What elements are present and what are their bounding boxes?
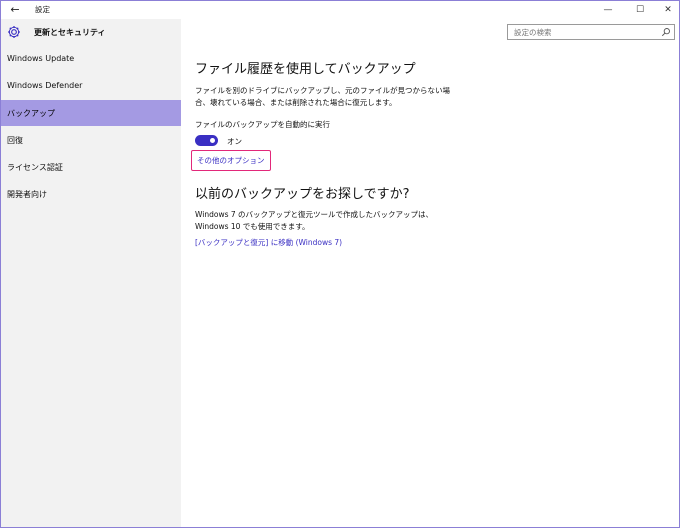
section-title-older-backup: 以前のバックアップをお探しですか? — [195, 187, 410, 202]
minimize-button[interactable]: — — [593, 1, 623, 19]
search-input[interactable]: 設定の検索 — [507, 24, 675, 40]
close-button[interactable]: ✕ — [653, 1, 680, 19]
window-title: 設定 — [35, 5, 50, 14]
search-icon[interactable] — [661, 27, 671, 37]
back-button[interactable]: ← — [5, 2, 25, 18]
title-bar: ← 設定 — ☐ ✕ — [1, 1, 679, 19]
sidebar-item-label: 開発者向け — [7, 190, 47, 199]
search-placeholder: 設定の検索 — [514, 28, 552, 37]
sidebar-item-windows-defender[interactable]: Windows Defender — [1, 73, 181, 99]
sidebar-item-activation[interactable]: ライセンス認証 — [1, 154, 181, 180]
sidebar-item-label: Windows Defender — [7, 81, 83, 90]
auto-backup-label: ファイルのバックアップを自動的に実行 — [195, 120, 330, 129]
more-options-link[interactable]: その他のオプション — [191, 150, 271, 171]
sidebar-item-backup[interactable]: バックアップ — [1, 100, 181, 126]
backup-restore-link[interactable]: [バックアップと復元] に移動 (Windows 7) — [195, 237, 342, 248]
sidebar-item-label: Windows Update — [7, 54, 75, 63]
sidebar: 更新とセキュリティ Windows Update Windows Defende… — [1, 19, 181, 527]
sidebar-header: 更新とセキュリティ — [1, 19, 181, 47]
gear-icon — [8, 26, 20, 38]
auto-backup-toggle[interactable] — [195, 135, 218, 146]
sidebar-item-label: 回復 — [7, 136, 23, 145]
page-category-title: 更新とセキュリティ — [34, 28, 106, 37]
sidebar-item-recovery[interactable]: 回復 — [1, 127, 181, 153]
sidebar-item-label: ライセンス認証 — [7, 163, 63, 172]
maximize-button[interactable]: ☐ — [625, 1, 655, 19]
sidebar-item-label: バックアップ — [7, 109, 55, 118]
older-backup-description: Windows 7 のバックアップと復元ツールで作成したバックアップは、Wind… — [195, 210, 434, 231]
sidebar-item-developers[interactable]: 開発者向け — [1, 181, 181, 207]
sidebar-item-windows-update[interactable]: Windows Update — [1, 46, 181, 72]
page-title: ファイル履歴を使用してバックアップ — [195, 62, 416, 77]
toggle-state-label: オン — [227, 137, 242, 146]
backup-description: ファイルを別のドライブにバックアップし、元のファイルが見つからない場合、壊れてい… — [195, 86, 450, 107]
toggle-knob — [210, 138, 215, 143]
